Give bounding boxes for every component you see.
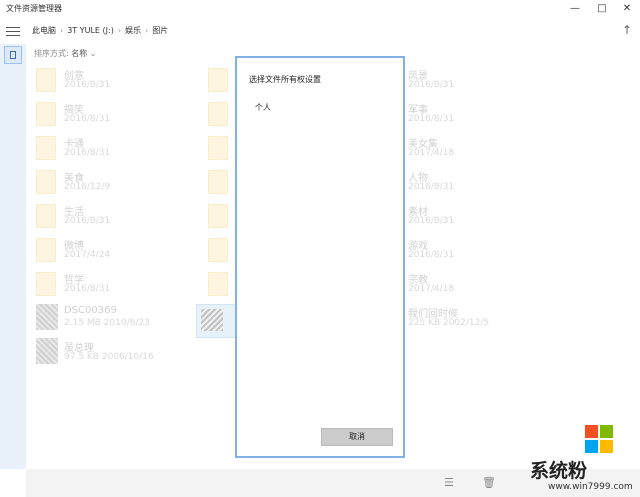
rail-item-files[interactable] (4, 46, 22, 64)
option-personal[interactable]: 个人 (255, 102, 271, 113)
hamburger-icon[interactable] (6, 24, 20, 38)
document-icon (10, 51, 16, 59)
maximize-button[interactable]: □ (589, 0, 615, 18)
close-button[interactable]: ✕ (614, 0, 640, 18)
breadcrumb-item[interactable]: 娱乐 (125, 26, 141, 35)
minimize-button[interactable]: — (562, 0, 588, 18)
breadcrumb-item[interactable]: 3T YULE (J:) (67, 26, 114, 35)
chevron-down-icon: ⌄ (89, 49, 97, 58)
ownership-dialog: 选择文件所有权设置 个人 取消 (235, 56, 405, 458)
cancel-button[interactable]: 取消 (321, 428, 393, 446)
sort-value: 名称 (71, 49, 88, 58)
breadcrumb-item[interactable]: 图片 (152, 26, 168, 35)
breadcrumb-item[interactable]: 此电脑 (32, 26, 56, 35)
navigation-bar: 此电脑 › 3T YULE (J:) › 娱乐 › 图片 ↑ (0, 18, 640, 44)
watermark-url: www.win7999.com (548, 482, 633, 492)
dialog-title: 选择文件所有权设置 (249, 75, 321, 84)
chevron-right-icon: › (117, 26, 122, 35)
window-title: 文件资源管理器 (6, 4, 62, 13)
watermark-brand: 系统粉 (530, 460, 588, 482)
sort-label: 排序方式: (34, 49, 69, 58)
title-bar: 文件资源管理器 — □ ✕ (0, 0, 640, 18)
up-arrow-icon[interactable]: ↑ (622, 23, 632, 37)
trash-icon[interactable]: 🗑 (482, 476, 496, 489)
left-rail (0, 44, 26, 469)
chevron-right-icon: › (60, 26, 64, 35)
breadcrumb: 此电脑 › 3T YULE (J:) › 娱乐 › 图片 (32, 25, 168, 36)
list-view-icon[interactable]: ☰ (444, 476, 454, 489)
chevron-right-icon: › (145, 26, 149, 35)
windows-logo-icon (585, 425, 613, 453)
sort-control[interactable]: 排序方式: 名称 ⌄ (34, 48, 97, 59)
